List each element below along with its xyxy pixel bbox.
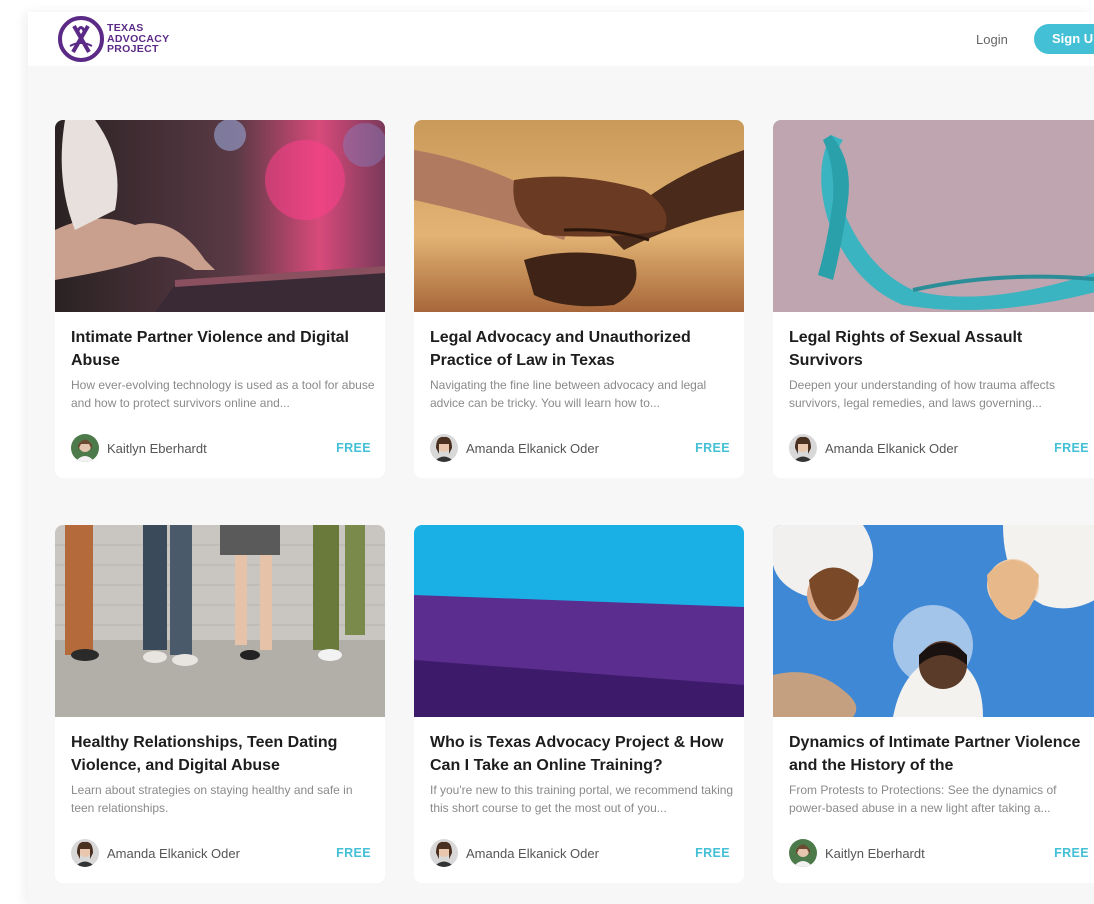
course-card[interactable]: Dynamics of Intimate Partner Violence an…: [773, 525, 1094, 883]
course-author: Kaitlyn Eberhardt: [71, 434, 207, 462]
price-badge: FREE: [1054, 441, 1089, 455]
course-image[interactable]: [773, 525, 1094, 717]
course-image[interactable]: [414, 120, 744, 312]
author-name: Amanda Elkanick Oder: [107, 845, 240, 861]
author-name: Amanda Elkanick Oder: [825, 440, 958, 456]
price-badge: FREE: [336, 846, 371, 860]
course-description: Navigating the fine line between advocac…: [430, 378, 707, 410]
course-card[interactable]: Legal Advocacy and Unauthorized Practice…: [414, 120, 744, 478]
course-author: Amanda Elkanick Oder: [430, 434, 599, 462]
course-title[interactable]: Healthy Relationships, Teen Dating Viole…: [71, 731, 375, 777]
course-catalog-page: TEXAS ADVOCACY PROJECT Login Sign Up: [28, 12, 1094, 904]
author-name: Kaitlyn Eberhardt: [825, 845, 925, 861]
course-author: Amanda Elkanick Oder: [71, 839, 240, 867]
course-title[interactable]: Legal Advocacy and Unauthorized Practice…: [430, 326, 734, 372]
price-badge: FREE: [695, 441, 730, 455]
course-author: Kaitlyn Eberhardt: [789, 839, 925, 867]
top-navigation-bar: TEXAS ADVOCACY PROJECT Login Sign Up: [28, 12, 1094, 66]
course-description: If you're new to this training portal, w…: [430, 783, 734, 815]
price-badge: FREE: [336, 441, 371, 455]
author-avatar: [71, 434, 99, 462]
author-avatar: [789, 434, 817, 462]
course-card[interactable]: Who is Texas Advocacy Project & How Can …: [414, 525, 744, 883]
logo-line: PROJECT: [107, 43, 159, 56]
price-badge: FREE: [1054, 846, 1089, 860]
course-card[interactable]: Legal Rights of Sexual Assault Survivors…: [773, 120, 1094, 478]
course-image[interactable]: [414, 525, 744, 717]
course-author: Amanda Elkanick Oder: [789, 434, 958, 462]
logo-wordmark: TEXAS ADVOCACY PROJECT: [107, 23, 170, 55]
sign-up-button[interactable]: Sign Up: [1034, 24, 1094, 54]
course-image[interactable]: [55, 120, 385, 312]
course-title[interactable]: Who is Texas Advocacy Project & How Can …: [430, 731, 734, 777]
course-description: How ever-evolving technology is used as …: [71, 378, 375, 410]
author-avatar: [430, 434, 458, 462]
course-card[interactable]: Intimate Partner Violence and Digital Ab…: [55, 120, 385, 478]
course-title[interactable]: Legal Rights of Sexual Assault Survivors: [789, 326, 1093, 372]
author-avatar: [789, 839, 817, 867]
course-description: From Protests to Protections: See the dy…: [789, 783, 1057, 815]
course-description: Learn about strategies on staying health…: [71, 783, 353, 815]
price-badge: FREE: [695, 846, 730, 860]
author-name: Kaitlyn Eberhardt: [107, 440, 207, 456]
course-title[interactable]: Intimate Partner Violence and Digital Ab…: [71, 326, 375, 372]
author-avatar: [71, 839, 99, 867]
author-name: Amanda Elkanick Oder: [466, 440, 599, 456]
course-image[interactable]: [55, 525, 385, 717]
course-description: Deepen your understanding of how trauma …: [789, 378, 1055, 410]
course-card[interactable]: Healthy Relationships, Teen Dating Viole…: [55, 525, 385, 883]
login-link[interactable]: Login: [976, 32, 1008, 47]
site-logo[interactable]: TEXAS ADVOCACY PROJECT: [58, 16, 170, 62]
ribbon-logo-icon: [58, 16, 104, 62]
course-title[interactable]: Dynamics of Intimate Partner Violence an…: [789, 731, 1093, 777]
course-image[interactable]: [773, 120, 1094, 312]
author-name: Amanda Elkanick Oder: [466, 845, 599, 861]
author-avatar: [430, 839, 458, 867]
course-author: Amanda Elkanick Oder: [430, 839, 599, 867]
